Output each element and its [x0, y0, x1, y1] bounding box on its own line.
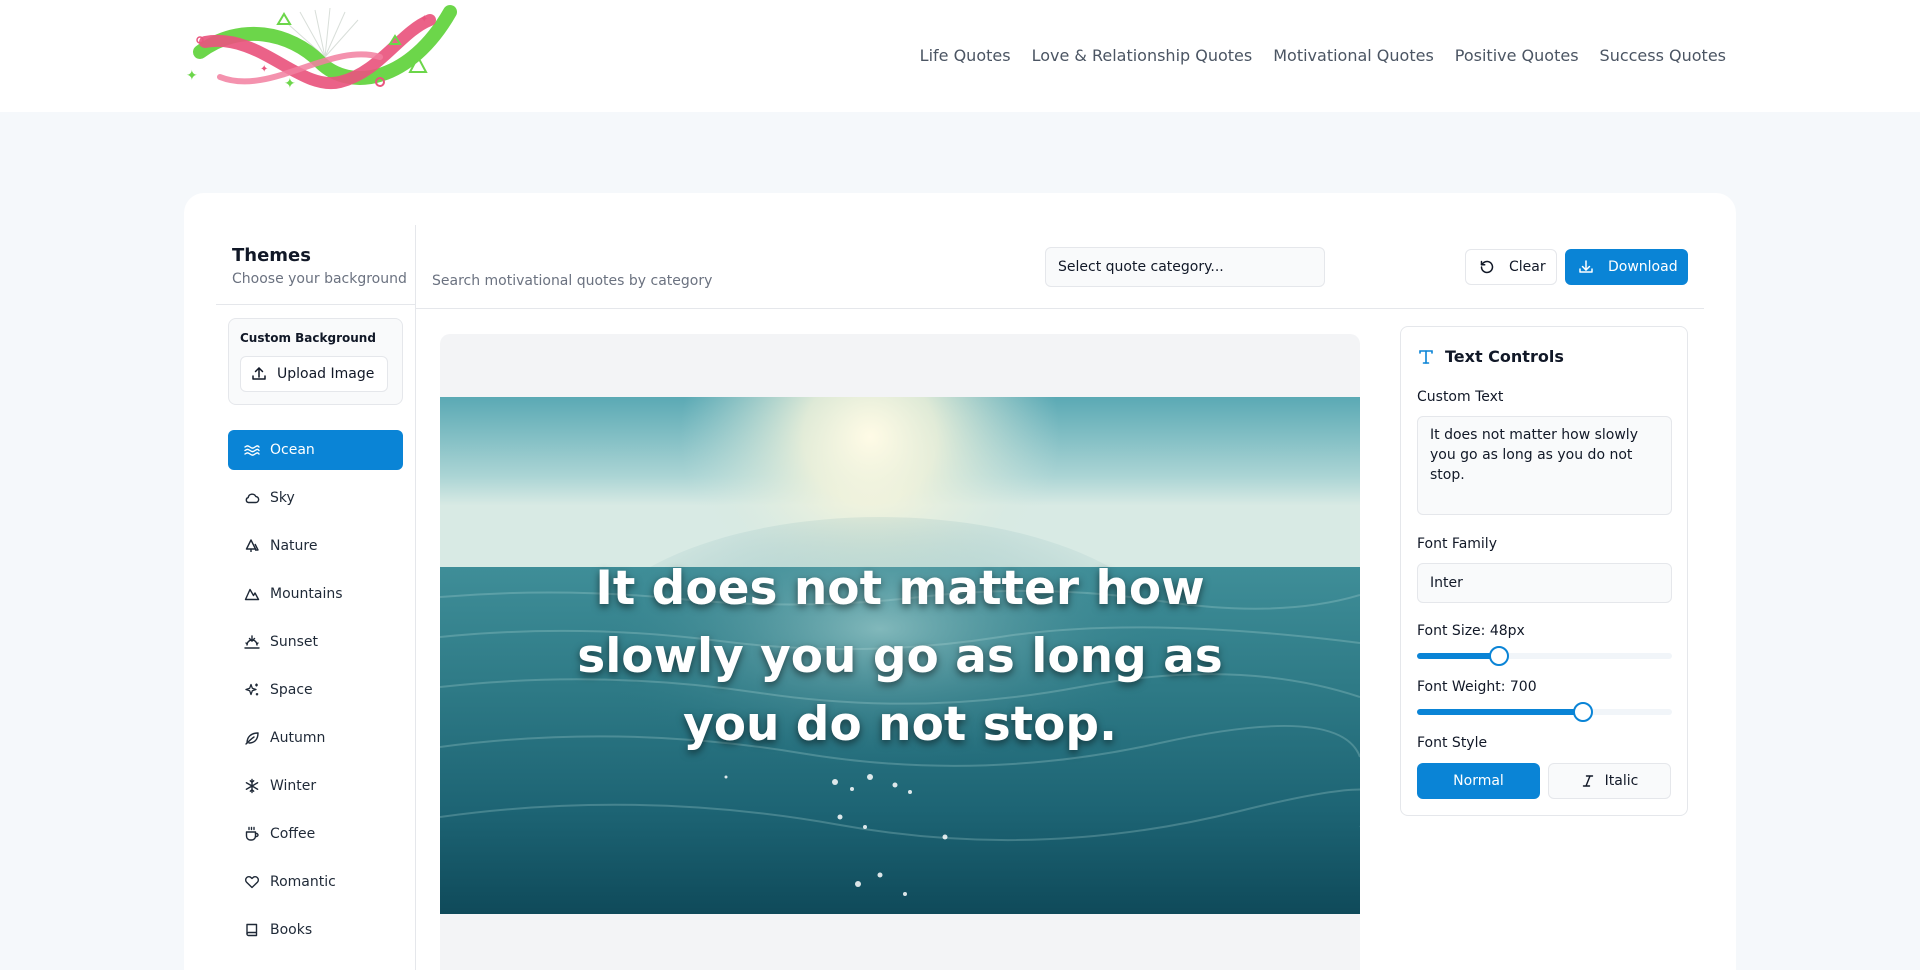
waves-icon — [244, 445, 260, 456]
theme-item-autumn[interactable]: Autumn — [228, 718, 403, 758]
theme-label: Ocean — [270, 442, 315, 458]
font-style-normal-button[interactable]: Normal — [1417, 763, 1540, 799]
svg-text:✦: ✦ — [186, 68, 198, 84]
mountain-icon — [244, 588, 260, 601]
nav-motivational-quotes[interactable]: Motivational Quotes — [1273, 46, 1434, 65]
theme-label: Sunset — [270, 634, 319, 650]
font-style-label: Font Style — [1417, 735, 1488, 751]
custom-text-label: Custom Text — [1417, 389, 1504, 405]
nav-life-quotes[interactable]: Life Quotes — [920, 46, 1011, 65]
theme-item-mountains[interactable]: Mountains — [228, 574, 403, 614]
theme-item-sunset[interactable]: Sunset — [228, 622, 403, 662]
themes-title: Themes — [232, 245, 311, 266]
cloud-icon — [245, 493, 260, 504]
font-weight-slider[interactable] — [1417, 702, 1672, 722]
svg-text:✦: ✦ — [420, 14, 428, 25]
upload-image-label: Upload Image — [277, 366, 375, 382]
clear-button[interactable]: Clear — [1465, 249, 1557, 285]
text-controls-panel: Text Controls Custom Text It does not ma… — [1400, 326, 1688, 816]
upload-image-button[interactable]: Upload Image — [240, 356, 388, 392]
tree-icon — [245, 539, 259, 552]
text-controls-title: Text Controls — [1445, 347, 1564, 366]
theme-item-coffee[interactable]: Coffee — [228, 814, 403, 854]
font-size-slider-thumb[interactable] — [1488, 646, 1509, 666]
download-button[interactable]: Download — [1565, 249, 1688, 285]
theme-label: Winter — [270, 778, 317, 794]
theme-label: Sky — [270, 490, 295, 506]
theme-label: Books — [270, 922, 313, 938]
download-label: Download — [1608, 259, 1678, 275]
theme-label: Romantic — [270, 874, 336, 890]
theme-item-ocean[interactable]: Ocean — [228, 430, 403, 470]
theme-item-nature[interactable]: Nature — [228, 526, 403, 566]
font-family-select[interactable]: Inter — [1417, 563, 1672, 603]
custom-text-input[interactable]: It does not matter how slowly you go as … — [1417, 416, 1672, 515]
italic-label: Italic — [1604, 773, 1639, 789]
theme-label: Autumn — [270, 730, 326, 746]
font-weight-label: Font Weight: 700 — [1417, 679, 1537, 695]
theme-label: Mountains — [270, 586, 343, 602]
rotate-ccw-icon — [1480, 260, 1494, 274]
site-logo[interactable]: ✦ ✦ ✦ ✦ — [180, 2, 466, 102]
site-header: ✦ ✦ ✦ ✦ Life Quotes Love & Relationship … — [0, 0, 1920, 112]
sparkles-icon — [245, 683, 259, 696]
svg-text:✦: ✦ — [260, 64, 268, 75]
theme-label: Coffee — [270, 826, 316, 842]
upload-icon — [252, 367, 266, 380]
sunset-icon — [244, 635, 260, 649]
font-size-slider[interactable] — [1417, 646, 1672, 666]
themes-header: Themes Choose your background — [216, 225, 415, 305]
theme-item-winter[interactable]: Winter — [228, 766, 403, 806]
nav-success-quotes[interactable]: Success Quotes — [1600, 46, 1726, 65]
svg-text:✦: ✦ — [284, 76, 296, 92]
quote-text: It does not matter how slowly you go as … — [577, 561, 1223, 752]
custom-background-title: Custom Background — [240, 331, 376, 345]
font-size-label: Font Size: 48px — [1417, 623, 1525, 639]
search-hint: Search motivational quotes by category — [432, 273, 713, 289]
custom-background-panel: Custom Background Upload Image — [228, 318, 403, 405]
theme-item-sky[interactable]: Sky — [228, 478, 403, 518]
theme-label: Space — [270, 682, 313, 698]
leaf-icon — [245, 732, 259, 745]
editor-toolbar: Search motivational quotes by category S… — [416, 225, 1704, 309]
main-nav: Life Quotes Love & Relationship Quotes M… — [920, 46, 1726, 65]
nav-love-relationship-quotes[interactable]: Love & Relationship Quotes — [1032, 46, 1253, 65]
nav-positive-quotes[interactable]: Positive Quotes — [1455, 46, 1579, 65]
book-icon — [246, 923, 258, 937]
quote-preview: It does not matter how slowly you go as … — [440, 397, 1360, 914]
themes-subtitle: Choose your background — [232, 271, 407, 287]
theme-item-space[interactable]: Space — [228, 670, 403, 710]
download-icon — [1579, 260, 1593, 273]
snowflake-icon — [245, 778, 259, 794]
font-weight-slider-thumb[interactable] — [1572, 702, 1593, 722]
font-style-italic-button[interactable]: Italic — [1548, 763, 1671, 799]
font-weight-slider-fill — [1417, 709, 1583, 715]
theme-label: Nature — [270, 538, 318, 554]
themes-sidebar: Themes Choose your background Custom Bac… — [216, 225, 416, 970]
heart-icon — [245, 876, 259, 889]
coffee-icon — [245, 826, 259, 841]
text-controls-header: Text Controls — [1417, 347, 1564, 366]
normal-label: Normal — [1453, 773, 1504, 789]
font-family-label: Font Family — [1417, 536, 1497, 552]
type-icon — [1419, 349, 1433, 364]
quote-category-select[interactable]: Select quote category... — [1045, 247, 1325, 287]
theme-list: Ocean Sky Nature Mountains Sunset Space … — [228, 430, 403, 958]
italic-icon — [1582, 775, 1593, 787]
theme-item-books[interactable]: Books — [228, 910, 403, 950]
theme-item-romantic[interactable]: Romantic — [228, 862, 403, 902]
font-size-slider-fill — [1417, 653, 1499, 659]
clear-label: Clear — [1509, 259, 1546, 275]
